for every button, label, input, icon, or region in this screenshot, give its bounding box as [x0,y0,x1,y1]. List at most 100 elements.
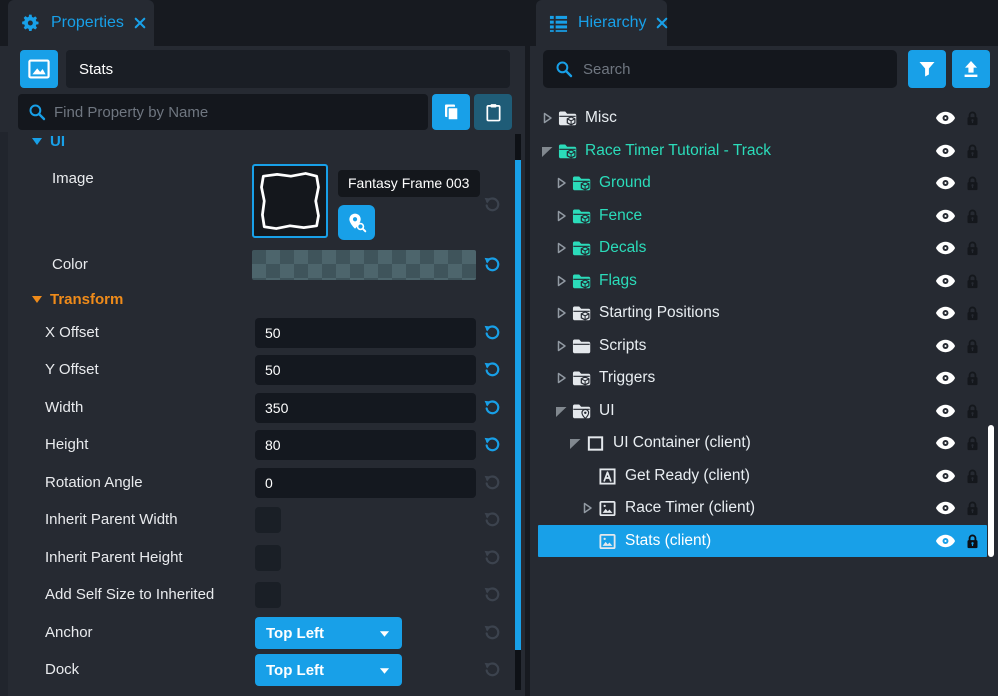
tree-item-starting-positions[interactable]: Starting Positions [538,297,987,330]
reset-x-offset-button[interactable] [484,324,501,341]
inherit-parent-width-checkbox[interactable] [255,507,281,533]
hierarchy-search-input[interactable] [583,50,883,88]
eye-icon[interactable] [935,240,956,256]
tree-item-scripts[interactable]: Scripts [538,330,987,363]
eye-icon[interactable] [935,435,956,451]
close-icon[interactable] [656,17,668,29]
chevron-expanded-icon[interactable] [540,144,556,158]
tree-item-triggers[interactable]: Triggers [538,362,987,395]
eye-icon[interactable] [935,500,956,516]
eye-icon[interactable] [935,338,956,354]
tree-item-ui-container[interactable]: UI Container (client) [538,427,987,460]
lock-locked-icon[interactable] [965,532,980,550]
folder-cube-icon [572,369,591,387]
paste-properties-button[interactable] [474,94,512,130]
lock-icon[interactable] [965,109,980,127]
eye-icon[interactable] [935,175,956,191]
reset-height-button[interactable] [484,436,501,453]
lock-icon[interactable] [965,369,980,387]
reset-color-button[interactable] [484,256,501,273]
tree-item-race-timer[interactable]: Race Timer (client) [538,492,987,525]
eye-icon[interactable] [935,273,956,289]
chevron-expanded-icon[interactable] [568,436,584,450]
eye-icon[interactable] [935,370,956,386]
lock-icon[interactable] [965,142,980,160]
lock-icon[interactable] [965,337,980,355]
anchor-dropdown[interactable]: Top Left [255,617,402,649]
chevron-right-icon[interactable] [540,111,556,125]
section-transform[interactable]: Transform [32,291,123,308]
export-button[interactable] [952,50,990,88]
inherit-parent-width-row: Inherit Parent Width [0,505,525,535]
lock-icon[interactable] [965,174,980,192]
chevron-right-icon[interactable] [580,501,596,515]
chevron-right-icon[interactable] [554,241,570,255]
chevron-right-icon[interactable] [554,371,570,385]
search-icon [555,60,573,78]
close-icon[interactable] [134,17,146,29]
eye-icon[interactable] [935,468,956,484]
tree-item-ground[interactable]: Ground [538,167,987,200]
eye-icon[interactable] [935,143,956,159]
properties-scrollbar-thumb[interactable] [515,160,521,650]
eye-icon[interactable] [935,208,956,224]
chevron-expanded-icon[interactable] [554,404,570,418]
image-asset-name[interactable]: Fantasy Frame 003 [338,170,480,197]
dock-row: Dock Top Left [0,655,525,685]
hierarchy-search-box[interactable] [543,50,897,88]
eye-icon[interactable] [935,305,956,321]
anchor-value: Top Left [266,625,324,642]
tree-item-flags[interactable]: Flags [538,265,987,298]
reset-width-button[interactable] [484,399,501,416]
chevron-right-icon[interactable] [554,274,570,288]
section-ui[interactable]: UI [32,133,65,150]
find-asset-button[interactable] [338,205,375,240]
y-offset-input[interactable] [255,355,476,385]
lock-icon[interactable] [965,272,980,290]
lock-icon[interactable] [965,434,980,452]
property-search-box[interactable] [18,94,428,130]
tree-item-get-ready[interactable]: Get Ready (client) [538,460,987,493]
rotation-input[interactable] [255,468,476,498]
property-search-input[interactable] [54,94,420,130]
width-input[interactable] [255,393,476,423]
color-swatch[interactable] [252,250,476,280]
hierarchy-scrollbar-thumb[interactable] [988,425,994,557]
chevron-right-icon[interactable] [554,339,570,353]
lock-icon[interactable] [965,239,980,257]
height-input[interactable] [255,430,476,460]
x-offset-input[interactable] [255,318,476,348]
dock-dropdown[interactable]: Top Left [255,654,402,686]
lock-icon[interactable] [965,304,980,322]
tab-hierarchy[interactable]: Hierarchy [536,0,667,46]
funnel-icon [917,59,937,79]
image-thumbnail[interactable] [252,164,328,238]
copy-properties-button[interactable] [432,94,470,130]
tree-item-ui[interactable]: UI [538,395,987,428]
eye-icon[interactable] [935,403,956,419]
filter-button[interactable] [908,50,946,88]
tree-item-misc[interactable]: Misc [538,102,987,135]
eye-icon[interactable] [935,533,956,549]
chevron-right-icon[interactable] [554,176,570,190]
tab-properties[interactable]: Properties [8,0,154,46]
lock-icon[interactable] [965,402,980,420]
chevron-right-icon[interactable] [554,209,570,223]
tree-item-fence[interactable]: Fence [538,200,987,233]
object-name-input[interactable] [66,50,510,88]
inherit-parent-height-checkbox[interactable] [255,545,281,571]
tree-item-race-timer-tutorial-track[interactable]: Race Timer Tutorial - Track [538,135,987,168]
chevron-right-icon[interactable] [554,306,570,320]
folder-cube-icon [572,272,591,290]
lock-icon[interactable] [965,467,980,485]
tree-item-decals[interactable]: Decals [538,232,987,265]
eye-icon[interactable] [935,110,956,126]
object-type-image-button[interactable] [20,50,58,88]
tree-item-stats-selected[interactable]: Stats (client) [538,525,987,558]
lock-icon[interactable] [965,499,980,517]
lock-icon[interactable] [965,207,980,225]
reset-y-offset-button[interactable] [484,361,501,378]
tree-item-label: Ground [599,174,651,192]
add-self-size-checkbox[interactable] [255,582,281,608]
chevron-down-icon [378,665,391,676]
